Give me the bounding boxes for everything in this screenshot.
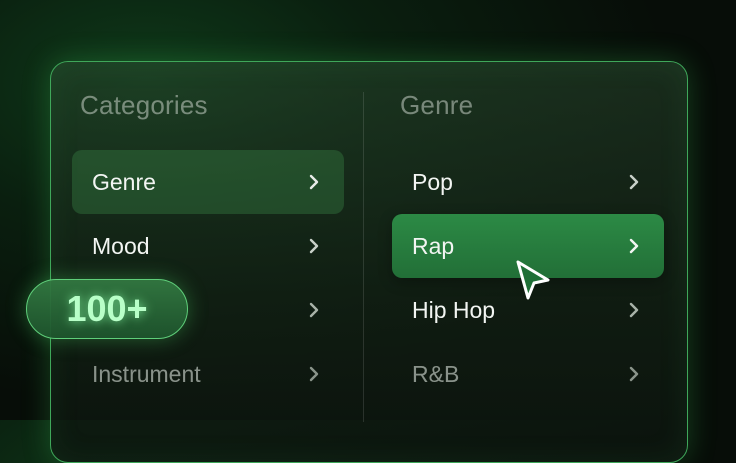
- count-badge-text: 100+: [66, 288, 148, 329]
- category-item-mood[interactable]: Mood: [72, 214, 344, 278]
- genre-heading: Genre: [400, 90, 474, 120]
- chevron-right-icon: [624, 300, 644, 320]
- chevron-right-icon: [304, 364, 324, 384]
- genre-item-pop[interactable]: Pop: [392, 150, 664, 214]
- chevron-right-icon: [304, 236, 324, 256]
- chevron-right-icon: [624, 236, 644, 256]
- category-item-label: Mood: [92, 232, 150, 259]
- mouse-pointer-icon: [512, 258, 556, 311]
- chevron-right-icon: [624, 364, 644, 384]
- categories-heading: Categories: [80, 90, 208, 120]
- chevron-right-icon: [304, 172, 324, 192]
- genre-item-label: Pop: [412, 168, 453, 195]
- category-item-label: Instrument: [92, 360, 201, 387]
- chevron-right-icon: [304, 300, 324, 320]
- column-divider: [363, 92, 364, 422]
- category-item-label: Genre: [92, 168, 156, 195]
- chevron-right-icon: [624, 172, 644, 192]
- genre-item-label: Rap: [412, 232, 455, 259]
- category-item-genre[interactable]: Genre: [72, 150, 344, 214]
- category-item-instrument[interactable]: Instrument: [72, 342, 344, 406]
- count-badge: 100+: [26, 279, 188, 339]
- genre-item-rnb[interactable]: R&B: [392, 342, 664, 406]
- genre-item-label: R&B: [412, 360, 460, 387]
